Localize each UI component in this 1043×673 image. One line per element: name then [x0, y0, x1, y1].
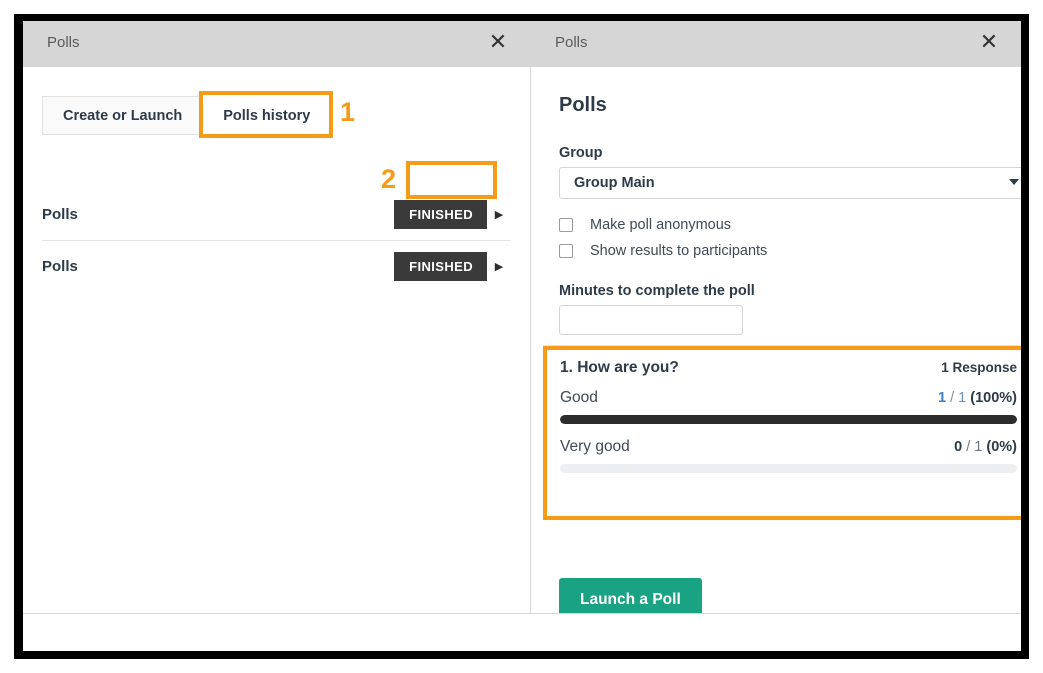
status-badge[interactable]: FINISHED: [394, 200, 487, 229]
answer-option-stats: 1 / 1 (100%): [938, 390, 1017, 406]
show-results-checkbox[interactable]: [559, 244, 573, 258]
show-results-label: Show results to participants: [590, 243, 768, 259]
answer-count: 1: [937, 390, 947, 406]
answer-option-label: Very good: [560, 438, 630, 455]
tab-polls-history-label: Polls history: [223, 107, 311, 124]
group-label: Group: [559, 145, 603, 161]
response-count: 1 Response: [941, 360, 1017, 375]
answer-percent: (0%): [986, 439, 1017, 455]
tab-polls-history[interactable]: Polls history: [203, 96, 331, 135]
annotation-marker-1: 1: [340, 97, 356, 127]
answer-option-label: Good: [560, 389, 598, 406]
table-row[interactable]: Polls FINISHED ▶: [42, 189, 511, 241]
answer-progress-fill: [560, 415, 1017, 424]
left-panel-body: Create or Launch Polls history Polls FIN…: [23, 67, 530, 651]
minutes-label: Minutes to complete the poll: [559, 283, 755, 299]
answer-separator: /: [946, 390, 959, 406]
answer-separator: /: [962, 439, 975, 455]
page-title: Polls: [559, 94, 607, 116]
status-badge[interactable]: FINISHED: [394, 252, 487, 281]
make-poll-anonymous-checkbox[interactable]: [559, 218, 573, 232]
answer-total: 1: [974, 439, 983, 455]
polls-history-list: Polls FINISHED ▶ Polls FINISHED ▶: [42, 189, 511, 292]
poll-name: Polls: [42, 206, 78, 223]
right-titlebar-title: Polls: [555, 34, 588, 51]
chevron-down-icon: [1009, 179, 1019, 185]
right-panel-body: Polls Group Group Main Make poll anonymo…: [531, 67, 1021, 651]
make-poll-anonymous-row[interactable]: Make poll anonymous: [559, 217, 731, 233]
poll-detail-content: Polls Group Group Main Make poll anonymo…: [531, 67, 1021, 651]
footer-strip: [23, 613, 1021, 651]
black-frame: Polls ✕ Create or Launch Polls history P…: [14, 14, 1029, 659]
caret-right-icon[interactable]: ▶: [487, 260, 511, 273]
answer-progress-track: [560, 415, 1017, 424]
poll-name: Polls: [42, 258, 78, 275]
left-titlebar: Polls ✕: [23, 21, 530, 67]
tabstrip: Create or Launch Polls history: [42, 96, 331, 135]
polls-history-panel: Polls ✕ Create or Launch Polls history P…: [23, 21, 531, 651]
answer-percent: (100%): [970, 390, 1017, 406]
question-title: 1. How are you?: [560, 359, 679, 376]
answer-option: Very good 0 / 1 (0%): [560, 438, 1017, 473]
poll-detail-panel: Polls ✕ Polls Group Group Main Make poll…: [531, 21, 1021, 651]
tab-create-or-launch-label: Create or Launch: [63, 107, 183, 124]
group-select[interactable]: Group Main: [559, 167, 1021, 199]
answer-option-stats: 0 / 1 (0%): [954, 439, 1017, 455]
table-row[interactable]: Polls FINISHED ▶: [42, 241, 511, 292]
poll-results-block: 1. How are you? 1 Response Good 1 / 1 (1…: [543, 345, 1021, 493]
question-header: 1. How are you? 1 Response: [560, 359, 1017, 377]
right-titlebar: Polls ✕: [531, 21, 1021, 67]
annotation-marker-2: 2: [381, 164, 397, 194]
answer-total: 1: [958, 390, 967, 406]
left-titlebar-title: Polls: [47, 34, 80, 51]
close-icon[interactable]: ✕: [977, 31, 1001, 55]
minutes-input[interactable]: [559, 305, 743, 335]
tab-create-or-launch[interactable]: Create or Launch: [42, 96, 204, 135]
answer-count: 0: [954, 439, 963, 455]
answer-option: Good 1 / 1 (100%): [560, 389, 1017, 424]
show-results-row[interactable]: Show results to participants: [559, 243, 767, 259]
close-icon[interactable]: ✕: [486, 31, 510, 55]
answer-option-line: Very good 0 / 1 (0%): [560, 438, 1017, 456]
answer-progress-track: [560, 464, 1017, 473]
caret-right-icon[interactable]: ▶: [487, 208, 511, 221]
screenshot-root: Polls ✕ Create or Launch Polls history P…: [0, 0, 1043, 673]
answer-option-line: Good 1 / 1 (100%): [560, 389, 1017, 407]
frame-inner: Polls ✕ Create or Launch Polls history P…: [23, 21, 1021, 651]
group-select-value: Group Main: [574, 175, 655, 191]
make-poll-anonymous-label: Make poll anonymous: [590, 217, 732, 233]
